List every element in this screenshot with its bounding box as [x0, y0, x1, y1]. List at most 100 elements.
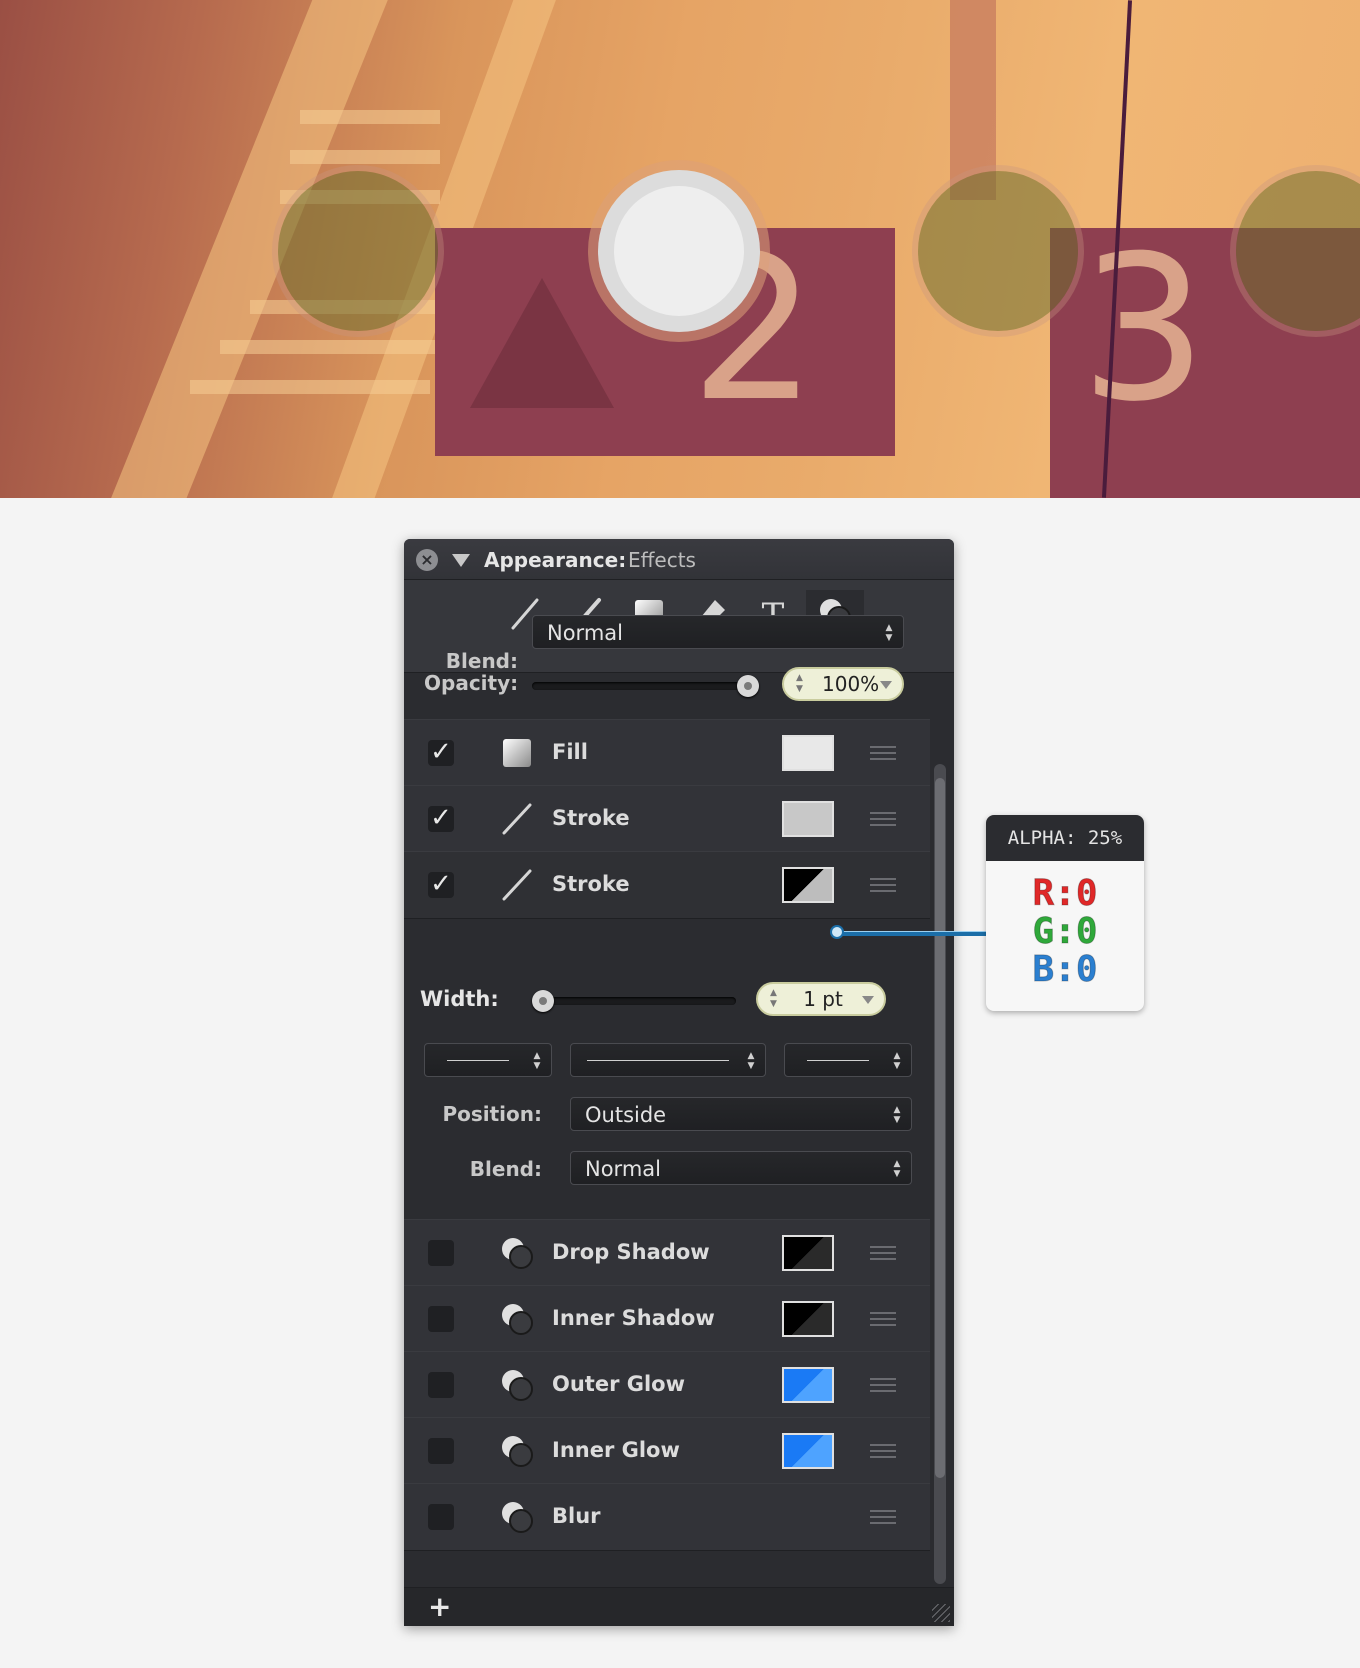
stroke-line-icon — [502, 869, 532, 901]
line-join-popup[interactable]: ▲ ▼ — [784, 1043, 912, 1077]
fill-label: Fill — [552, 740, 588, 764]
opacity-stepper[interactable]: ▲ ▼ 100% — [782, 667, 904, 701]
effect-row-drop-shadow[interactable]: Drop Shadow — [404, 1219, 930, 1287]
effects-icon — [502, 1304, 533, 1335]
outer-glow-color-swatch[interactable] — [782, 1367, 834, 1403]
popup-arrows-icon: ▲ ▼ — [893, 1159, 901, 1179]
scrollbar-thumb[interactable] — [935, 778, 945, 1478]
callout-anchor-dot — [830, 925, 844, 939]
stroke-checkbox[interactable]: ✓ — [428, 871, 454, 898]
position-popup-value: Outside — [585, 1103, 667, 1127]
lens-circle — [278, 171, 438, 331]
opacity-label: Opacity: — [424, 671, 519, 695]
chevron-down-icon — [862, 996, 874, 1004]
outer-glow-label: Outer Glow — [552, 1372, 686, 1396]
drag-handle-icon[interactable] — [870, 1378, 896, 1392]
blue-value: B:0 — [1032, 949, 1098, 990]
hero-band — [220, 340, 440, 354]
stroke-checkbox[interactable]: ✓ — [428, 805, 454, 832]
opacity-slider-knob[interactable] — [737, 675, 759, 697]
drop-shadow-label: Drop Shadow — [552, 1240, 710, 1264]
stepper-arrows-icon: ▲ ▼ — [796, 673, 803, 694]
dash-style-popup[interactable]: ▲ ▼ — [570, 1043, 766, 1077]
panel-title-value: Effects — [628, 548, 696, 572]
stroke-blend-popup-value: Normal — [585, 1157, 661, 1181]
drag-handle-icon[interactable] — [870, 1444, 896, 1458]
effects-icon — [502, 1436, 533, 1467]
blend-label: Blend: — [445, 649, 518, 673]
blend-popup-value: Normal — [547, 621, 623, 645]
selected-ring — [598, 170, 760, 332]
disclosure-triangle-icon[interactable] — [452, 554, 470, 567]
drag-handle-icon[interactable] — [870, 1510, 896, 1524]
line-style-icon — [807, 1060, 869, 1061]
chevron-down-icon — [880, 681, 892, 689]
effect-row-inner-shadow[interactable]: Inner Shadow — [404, 1285, 930, 1353]
lens-circle — [918, 171, 1078, 331]
line-style-icon — [587, 1060, 729, 1061]
stepper-arrows-icon: ▲ ▼ — [770, 988, 777, 1009]
effect-row-outer-glow[interactable]: Outer Glow — [404, 1351, 930, 1419]
color-callout: ALPHA: 25% R:0 G:0 B:0 — [986, 815, 1144, 1011]
popup-arrows-icon: ▲ ▼ — [893, 1051, 901, 1071]
resize-grip-icon[interactable] — [932, 1604, 950, 1622]
width-slider-knob[interactable] — [532, 990, 554, 1012]
callout-connector — [838, 931, 986, 936]
popup-arrows-icon: ▲ ▼ — [893, 1105, 901, 1125]
fill-color-swatch[interactable] — [782, 735, 834, 771]
effect-row-blur[interactable]: Blur — [404, 1483, 930, 1551]
drag-handle-icon[interactable] — [870, 878, 896, 892]
drag-handle-icon[interactable] — [870, 812, 896, 826]
hero-band — [290, 150, 440, 164]
popup-arrows-icon: ▲ ▼ — [533, 1051, 541, 1071]
width-slider[interactable] — [532, 997, 736, 1005]
opacity-slider[interactable] — [532, 682, 758, 690]
drop-shadow-checkbox[interactable] — [428, 1240, 454, 1266]
inner-glow-checkbox[interactable] — [428, 1438, 454, 1464]
effect-row-fill[interactable]: ✓ Fill — [404, 719, 930, 787]
opacity-value: 100% — [822, 672, 880, 696]
inner-shadow-color-swatch[interactable] — [782, 1301, 834, 1337]
hero-image: 2 3 — [0, 0, 1360, 498]
inner-glow-label: Inner Glow — [552, 1438, 680, 1462]
panel-titlebar: × Appearance: Effects — [404, 539, 954, 580]
drag-handle-icon[interactable] — [870, 746, 896, 760]
position-popup[interactable]: Outside ▲ ▼ — [570, 1097, 912, 1131]
stroke-label: Stroke — [552, 872, 630, 896]
width-label: Width: — [420, 987, 499, 1011]
width-stepper[interactable]: ▲ ▼ 1 pt — [756, 982, 886, 1016]
stroke-blend-popup[interactable]: Normal ▲ ▼ — [570, 1151, 912, 1185]
effects-icon — [502, 1502, 533, 1533]
effect-row-inner-glow[interactable]: Inner Glow — [404, 1417, 930, 1485]
line-cap-popup[interactable]: ▲ ▼ — [424, 1043, 552, 1077]
effects-scrollbar[interactable] — [934, 764, 946, 1584]
fill-checkbox[interactable]: ✓ — [428, 739, 454, 766]
stroke-color-swatch[interactable] — [782, 867, 834, 903]
blur-checkbox[interactable] — [428, 1504, 454, 1530]
blend-popup[interactable]: Normal ▲ ▼ — [532, 615, 904, 649]
width-value: 1 pt — [803, 987, 843, 1011]
effect-row-stroke[interactable]: ✓ Stroke — [404, 785, 930, 853]
drop-shadow-color-swatch[interactable] — [782, 1235, 834, 1271]
close-icon[interactable]: × — [416, 549, 438, 571]
line-style-icon — [447, 1060, 509, 1061]
position-label: Position: — [442, 1102, 542, 1126]
popup-arrows-icon: ▲ ▼ — [747, 1051, 755, 1071]
fill-square-icon — [503, 739, 531, 767]
appearance-panel: × Appearance: Effects T Blend: Normal ▲ ▼… — [404, 539, 954, 1626]
drag-handle-icon[interactable] — [870, 1246, 896, 1260]
effects-icon — [502, 1370, 533, 1401]
inner-shadow-checkbox[interactable] — [428, 1306, 454, 1332]
stroke-label: Stroke — [552, 806, 630, 830]
blur-label: Blur — [552, 1504, 601, 1528]
stroke-color-swatch[interactable] — [782, 801, 834, 837]
add-effect-button[interactable]: + — [428, 1590, 451, 1623]
outer-glow-checkbox[interactable] — [428, 1372, 454, 1398]
effect-row-stroke-selected[interactable]: ✓ Stroke — [404, 851, 930, 919]
panel-title-label: Appearance: — [484, 548, 627, 572]
drag-handle-icon[interactable] — [870, 1312, 896, 1326]
popup-arrows-icon: ▲ ▼ — [885, 623, 893, 643]
panel-bottom-bar: + — [404, 1587, 954, 1626]
hero-pole — [950, 0, 996, 200]
inner-glow-color-swatch[interactable] — [782, 1433, 834, 1469]
